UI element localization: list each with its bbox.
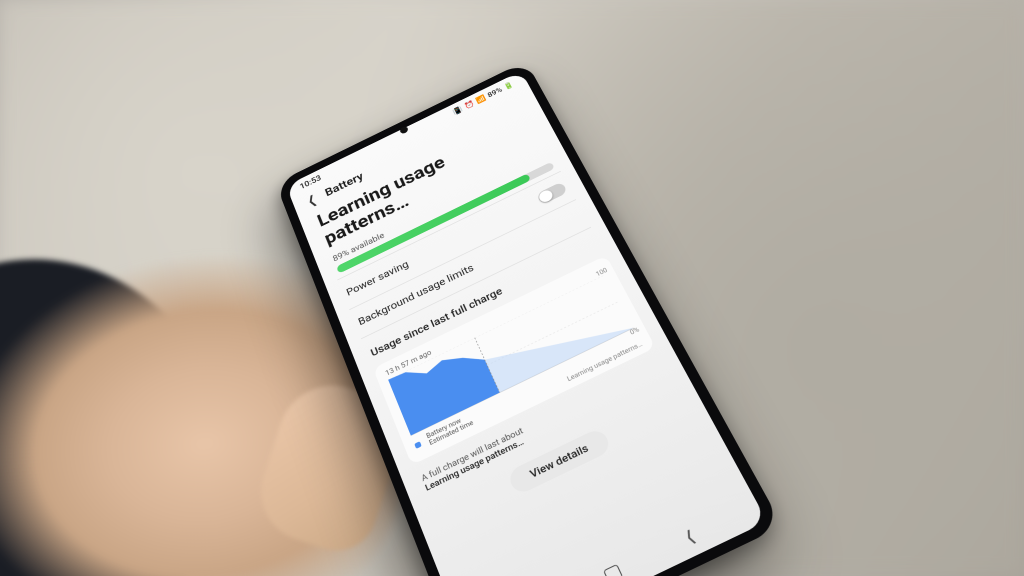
power-saving-toggle[interactable] (536, 181, 568, 205)
nav-back-button[interactable]: ❮ (683, 528, 698, 547)
back-button[interactable]: ❮ (306, 192, 319, 208)
toggle-knob (537, 188, 554, 204)
legend-dot-icon (414, 441, 422, 449)
photo-scene: 10:53 📳 ⏰ 📶 89% 🔋 ❮ Battery Learning usa… (0, 0, 1024, 576)
nav-home-button[interactable] (603, 564, 623, 576)
